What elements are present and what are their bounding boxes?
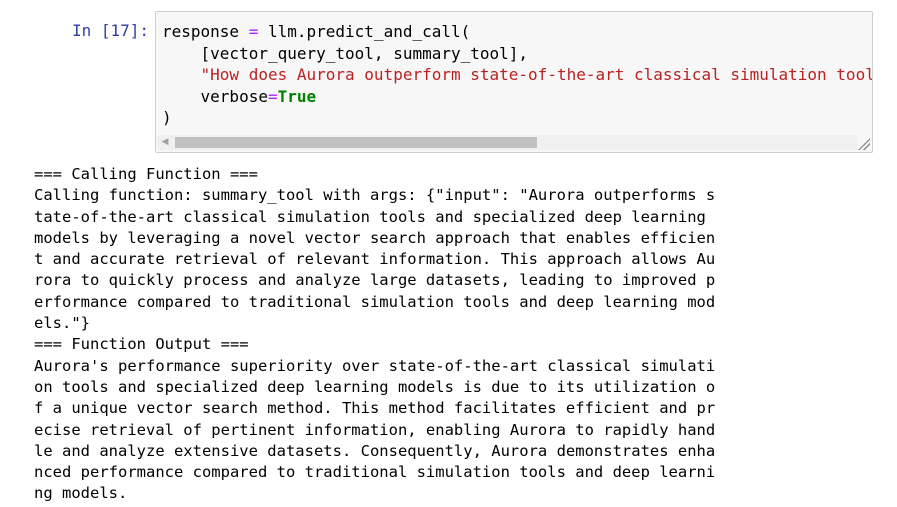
cell-output: === Calling Function === Calling functio…: [34, 164, 715, 505]
output-line: le and analyze extensive datasets. Conse…: [34, 441, 716, 460]
output-line: on tools and specialized deep learning m…: [34, 377, 716, 396]
code-line-1: response = llm.predict_and_call(: [162, 22, 471, 41]
horizontal-scrollbar[interactable]: ◀: [157, 135, 857, 150]
output-line: === Calling Function ===: [34, 165, 258, 183]
output-line: tate-of-the-art classical simulation too…: [34, 207, 716, 226]
code-text[interactable]: response = llm.predict_and_call( [vector…: [162, 21, 873, 129]
code-line-2: [vector_query_tool, summary_tool],: [162, 43, 529, 63]
param-operator: =: [267, 86, 278, 106]
output-line: t and accurate retrieval of relevant inf…: [34, 250, 716, 269]
output-line: erformance compared to traditional simul…: [34, 292, 716, 311]
scroll-left-arrow-icon[interactable]: ◀: [157, 135, 173, 150]
output-line: rora to quickly process and analyze larg…: [34, 271, 716, 290]
output-line: ecise retrieval of pertinent information…: [34, 420, 716, 439]
true-keyword: True: [277, 86, 317, 106]
output-line: Aurora's performance superiority over st…: [34, 356, 716, 375]
scrollbar-thumb[interactable]: [175, 137, 537, 148]
output-line: f a unique vector search method. This me…: [34, 399, 716, 418]
resize-grip-icon[interactable]: [858, 138, 870, 150]
code-cell-editor[interactable]: response = llm.predict_and_call( [vector…: [155, 11, 873, 153]
output-line: models by leveraging a novel vector sear…: [34, 228, 716, 247]
code-line-3: "How does Aurora outperform state-of-the…: [162, 65, 873, 84]
code-line-4: verbose=True: [162, 86, 317, 106]
verbose-param: verbose: [200, 86, 268, 106]
output-line: ng models.: [34, 484, 128, 503]
output-line: els."}: [34, 314, 90, 333]
output-line: === Function Output ===: [34, 335, 249, 354]
cell-prompt: In [17]:: [72, 21, 150, 40]
assign-operator: =: [248, 22, 259, 41]
output-line: Calling function: summary_tool with args…: [34, 186, 716, 205]
code-line-5: ): [162, 108, 172, 127]
output-line: nced performance compared to traditional…: [34, 463, 716, 482]
query-string: "How does Aurora outperform state-of-the…: [200, 65, 873, 84]
